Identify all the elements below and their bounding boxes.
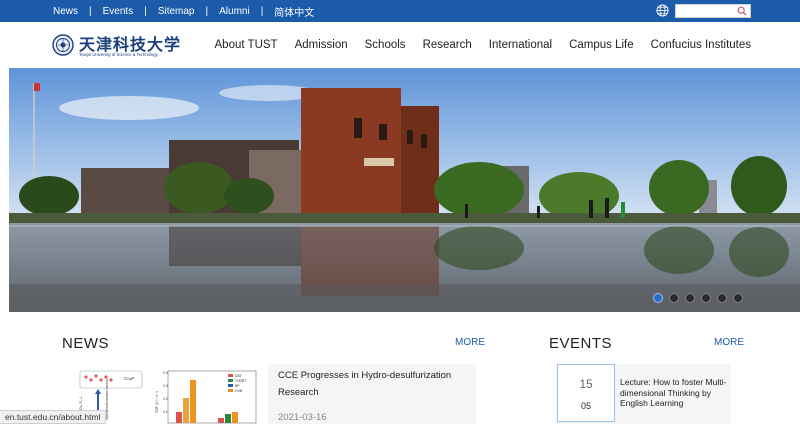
events-more-link[interactable]: MORE <box>714 337 744 348</box>
figure-inset-label: CoₓP <box>124 376 134 381</box>
nav-research[interactable]: Research <box>423 39 472 51</box>
separator: | <box>260 5 264 17</box>
carousel-dot[interactable] <box>733 293 743 303</box>
news-item[interactable]: CCE Progresses in Hydro-desulfurization … <box>268 364 476 424</box>
carousel-dot[interactable] <box>653 293 663 303</box>
main-nav: About TUST Admission Schools Research In… <box>198 22 752 68</box>
top-bar: News | Events | Sitemap | Alumni | 简体中文 <box>0 0 800 22</box>
event-title[interactable]: Lecture: How to foster Multi-dimensional… <box>620 377 728 409</box>
carousel-dot[interactable] <box>669 293 679 303</box>
top-link-alumni[interactable]: Alumni <box>219 6 250 17</box>
legend-swatch <box>228 389 233 392</box>
event-month: 05 <box>580 401 591 411</box>
news-item-title[interactable]: CCE Progresses in Hydro-desulfurization … <box>278 367 468 401</box>
figure-bar <box>225 414 231 423</box>
figure-bar <box>218 418 224 423</box>
carousel-bar <box>9 284 800 312</box>
globe-icon[interactable] <box>656 4 669 17</box>
browser-status-url: en.tust.edu.cn/about.html <box>0 410 107 424</box>
figure-bar <box>183 398 189 423</box>
legend-label: THDBT <box>235 379 246 383</box>
top-links: News | Events | Sitemap | Alumni | 简体中文 <box>53 0 314 22</box>
event-date-box: 15 05 <box>557 364 615 422</box>
events-heading: EVENTS <box>549 335 613 352</box>
carousel-dots <box>647 293 743 303</box>
search-box <box>675 4 751 21</box>
logo-english-name: Tianjin University of Science & Technolo… <box>79 52 158 57</box>
news-more-link[interactable]: MORE <box>455 337 485 348</box>
separator: | <box>144 5 147 17</box>
figure-bar <box>176 412 182 423</box>
search-icon[interactable] <box>737 6 747 16</box>
legend-swatch <box>228 384 233 387</box>
figure-bar <box>190 380 196 423</box>
nav-schools[interactable]: Schools <box>365 39 406 51</box>
hero-banner[interactable] <box>9 68 800 312</box>
nav-campus-life[interactable]: Campus Life <box>569 39 634 51</box>
carousel-dot[interactable] <box>717 293 727 303</box>
legend-label: BP <box>235 384 240 388</box>
figure-ylabel: TOF (10⁻³ s⁻¹) <box>155 391 159 413</box>
news-heading: NEWS <box>62 335 109 352</box>
legend-swatch <box>228 379 233 382</box>
nav-confucius-institutes[interactable]: Confucius Institutes <box>651 39 751 51</box>
figure-inset-label: Coₓ P₂-1 <box>79 397 83 410</box>
nav-about[interactable]: About TUST <box>215 39 278 51</box>
main-header: 天津科技大学 Tianjin University of Science & T… <box>0 22 800 68</box>
carousel-dot[interactable] <box>685 293 695 303</box>
separator: | <box>89 5 92 17</box>
nav-admission[interactable]: Admission <box>295 39 348 51</box>
figure-ytick: 0.3 <box>163 384 168 388</box>
figure-bar <box>232 412 238 423</box>
news-item-date: 2021-03-16 <box>278 412 327 423</box>
figure-ytick: 0.4 <box>163 371 168 375</box>
event-day: 15 <box>579 377 593 391</box>
nav-international[interactable]: International <box>489 39 552 51</box>
campus-photo <box>9 68 800 312</box>
legend-swatch <box>228 374 233 377</box>
top-link-sitemap[interactable]: Sitemap <box>158 6 195 17</box>
logo[interactable]: 天津科技大学 Tianjin University of Science & T… <box>52 32 182 62</box>
top-link-events[interactable]: Events <box>103 6 134 17</box>
legend-label: CHB <box>235 389 243 393</box>
event-item[interactable]: 15 05 Lecture: How to foster Multi-dimen… <box>556 364 731 424</box>
legend-label: DBT <box>235 374 242 378</box>
figure-ytick: 0.1 <box>163 410 168 414</box>
top-link-news[interactable]: News <box>53 6 78 17</box>
carousel-dot[interactable] <box>701 293 711 303</box>
figure-ytick: 0.2 <box>163 397 168 401</box>
separator: | <box>205 5 209 17</box>
top-link-chinese[interactable]: 简体中文 <box>274 4 314 19</box>
search-input[interactable] <box>676 9 736 21</box>
